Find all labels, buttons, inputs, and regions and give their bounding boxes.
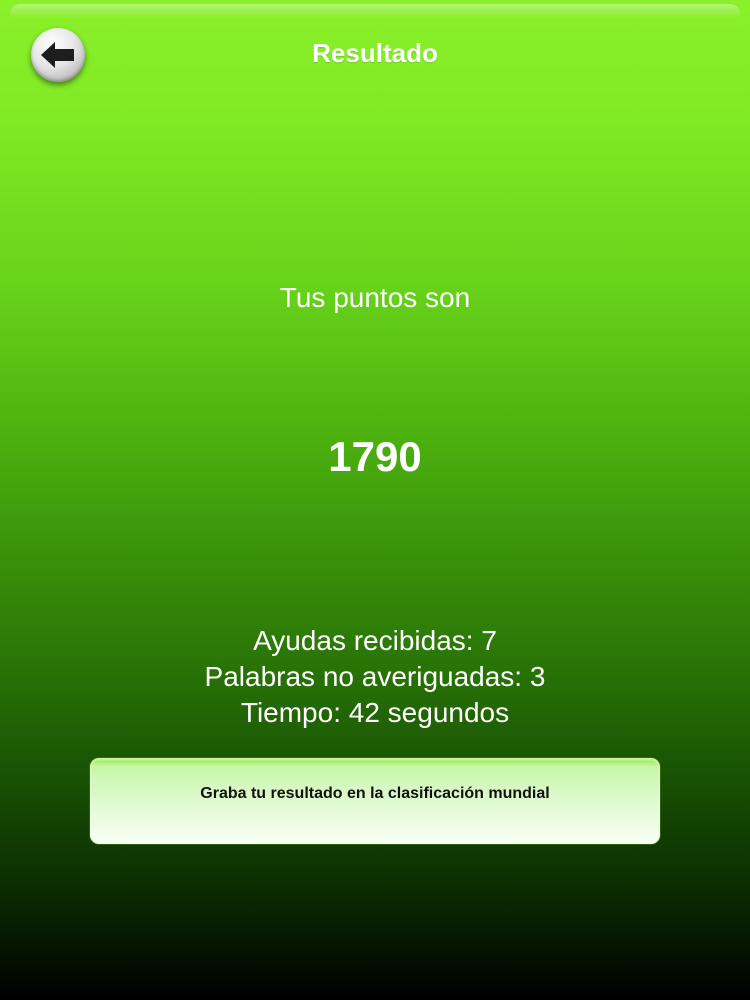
save-to-leaderboard-label: Graba tu resultado en la clasificación m… bbox=[200, 785, 550, 802]
save-to-leaderboard-button[interactable]: Graba tu resultado en la clasificación m… bbox=[90, 758, 660, 844]
result-screen: Resultado Tus puntos son 1790 Ayudas rec… bbox=[0, 0, 750, 1000]
time-text: Tiempo: 42 segundos bbox=[240, 697, 510, 728]
stats-block: Ayudas recibidas: 7 Palabras no averigua… bbox=[0, 623, 750, 731]
score-value: 1790 bbox=[328, 433, 422, 480]
hints-received-text: Ayudas recibidas: 7 bbox=[253, 625, 497, 656]
top-sheen bbox=[10, 4, 740, 18]
words-not-guessed-text: Palabras no averiguadas: 3 bbox=[204, 661, 546, 692]
points-label: Tus puntos son bbox=[279, 282, 471, 313]
page-title: Resultado bbox=[312, 38, 438, 68]
